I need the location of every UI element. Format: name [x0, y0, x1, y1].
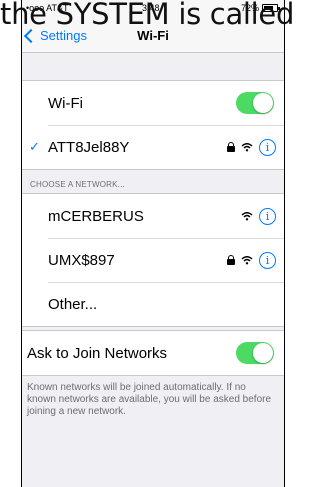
- info-icon[interactable]: i: [259, 251, 276, 269]
- ask-join-label: Ask to Join Networks: [27, 344, 168, 362]
- wifi-toggle-row: Wi-Fi: [22, 81, 284, 125]
- ask-join-row: Ask to Join Networks: [22, 331, 284, 375]
- other-network-label: Other...: [48, 295, 98, 313]
- wifi-toggle[interactable]: [236, 92, 274, 114]
- wifi-icon: [241, 255, 253, 265]
- other-network-row[interactable]: Other...: [22, 282, 284, 326]
- wifi-icon: [241, 211, 253, 221]
- network-icons: i: [227, 238, 276, 282]
- ask-join-toggle[interactable]: [236, 342, 274, 364]
- network-row[interactable]: mCERBERUS i: [22, 194, 284, 238]
- checkmark-icon: ✓: [29, 139, 40, 154]
- wifi-group: Wi-Fi ✓ ATT8Jel88Y i: [22, 80, 284, 170]
- network-name: mCERBERUS: [48, 207, 144, 225]
- wifi-icon: [241, 142, 253, 152]
- overlay-caption: the SYSTEM is called: [0, 0, 295, 31]
- lock-icon: [227, 255, 235, 265]
- section-header-choose-network: CHOOSE A NETWORK...: [30, 180, 125, 189]
- ask-join-group: Ask to Join Networks: [22, 330, 284, 376]
- networks-group: mCERBERUS i UMX$897 i Other...: [22, 193, 284, 327]
- network-icons: i: [241, 194, 276, 238]
- wifi-label: Wi-Fi: [48, 94, 83, 112]
- phone-screen: •ooo AT&T 3:48 72% Settings Wi-Fi Wi-Fi …: [21, 0, 285, 487]
- info-icon[interactable]: i: [259, 207, 276, 225]
- network-name: UMX$897: [48, 251, 115, 269]
- connected-network-name: ATT8Jel88Y: [48, 138, 130, 156]
- network-row[interactable]: UMX$897 i: [22, 238, 284, 282]
- ask-join-footnote: Known networks will be joined automatica…: [27, 382, 272, 417]
- connected-network-row[interactable]: ✓ ATT8Jel88Y i: [22, 125, 284, 169]
- network-icons: i: [227, 125, 276, 169]
- info-icon[interactable]: i: [259, 138, 276, 156]
- lock-icon: [227, 142, 235, 152]
